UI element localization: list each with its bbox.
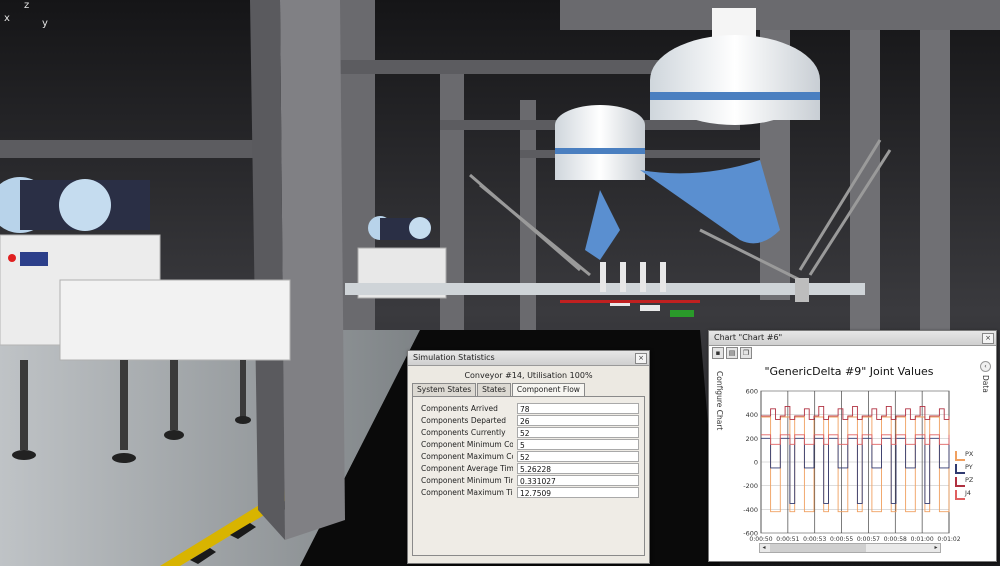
legend-item-py: PY	[955, 462, 985, 475]
stat-label: Component Maximum Count	[421, 452, 513, 461]
chart-window[interactable]: Chart "Chart #6" × ▪ ▤ ❐ Configure Chart…	[708, 330, 997, 562]
stat-value-field[interactable]: 52	[517, 427, 639, 438]
x-tick-label: 0:00:51	[776, 536, 799, 543]
stat-value-field[interactable]: 52	[517, 451, 639, 462]
x-tick-label: 0:00:57	[857, 536, 880, 543]
legend-swatch	[955, 451, 965, 461]
stats-subtitle: Conveyor #14, Utilisation 100%	[464, 371, 593, 380]
x-tick-label: 0:01:02	[937, 536, 960, 543]
chart-legend: PX PY PZ J4	[955, 449, 985, 501]
stat-value-field[interactable]: 12.7509	[517, 487, 639, 498]
stat-label: Component Minimum Time (s)	[421, 476, 513, 485]
y-tick-label: 200	[746, 435, 758, 443]
stat-row: Components Arrived 78	[421, 403, 643, 415]
legend-label: PX	[965, 450, 974, 458]
stat-label: Component Minimum Count	[421, 440, 513, 449]
y-tick-label: 600	[746, 388, 758, 396]
stat-value-field[interactable]: 0.331027	[517, 475, 639, 486]
x-tick-label: 0:00:50	[749, 536, 772, 543]
y-tick-label: -200	[743, 482, 758, 490]
legend-label: PZ	[965, 476, 974, 484]
y-tick-label: -400	[743, 506, 758, 514]
axis-label-x: x	[4, 13, 10, 24]
legend-item-j4: J4	[955, 488, 985, 501]
stat-row: Component Maximum Count 52	[421, 451, 643, 463]
scroll-left-icon[interactable]: ◂	[760, 544, 768, 552]
stat-value-field[interactable]: 26	[517, 415, 639, 426]
stat-label: Components Departed	[421, 416, 506, 425]
stat-row: Component Minimum Time (s) 0.331027	[421, 475, 643, 487]
stat-value-field[interactable]: 5	[517, 439, 639, 450]
legend-swatch	[955, 464, 965, 474]
scroll-right-icon[interactable]: ▸	[932, 544, 940, 552]
stats-close-button[interactable]: ×	[635, 353, 647, 364]
joint-values-plot: 6004002000-200-400-6000:00:50 0:00:51 0:00…	[743, 388, 961, 544]
x-tick-label: 0:00:58	[884, 536, 907, 543]
stat-row: Components Currently 52	[421, 427, 643, 439]
stat-row: Components Departed 26	[421, 415, 643, 427]
legend-item-px: PX	[955, 449, 985, 462]
tab-component-flow[interactable]: Component Flow	[511, 383, 585, 397]
legend-swatch	[955, 477, 965, 487]
y-tick-label: 0	[754, 459, 758, 467]
x-tick-label: 0:00:53	[803, 536, 826, 543]
legend-label: PY	[965, 463, 973, 471]
x-tick-label: 0:01:00	[911, 536, 934, 543]
component-flow-panel: Components Arrived 78 Components Departe…	[412, 396, 645, 556]
axis-label-y: y	[42, 18, 48, 29]
legend-label: J4	[965, 489, 972, 497]
stat-row: Component Maximum Time (s) 12.7509	[421, 487, 643, 499]
stat-label: Components Currently	[421, 428, 506, 437]
tab-system-states[interactable]: System States	[412, 383, 477, 396]
main-pillar	[280, 0, 345, 540]
stat-row: Component Minimum Count 5	[421, 439, 643, 451]
stat-label: Components Arrived	[421, 404, 498, 413]
stats-tabs: System States States Component Flow	[412, 383, 586, 397]
tab-states[interactable]: States	[477, 383, 511, 396]
stats-titlebar[interactable]: Simulation Statistics ×	[408, 351, 649, 366]
stat-value-field[interactable]: 5.26228	[517, 463, 639, 474]
legend-item-pz: PZ	[955, 475, 985, 488]
stats-title: Simulation Statistics	[413, 353, 495, 362]
x-tick-label: 0:00:55	[830, 536, 853, 543]
simulation-statistics-window[interactable]: Simulation Statistics × Conveyor #14, Ut…	[407, 350, 650, 564]
axis-label-z: z	[24, 0, 30, 11]
chart-scrollbar[interactable]: ◂ ▸	[759, 543, 941, 553]
scroll-thumb[interactable]	[770, 544, 866, 552]
y-tick-label: 400	[746, 411, 758, 419]
stat-label: Component Maximum Time (s)	[421, 488, 513, 497]
stat-value-field[interactable]: 78	[517, 403, 639, 414]
stat-label: Component Average Time (s)	[421, 464, 513, 473]
stat-row: Component Average Time (s) 5.26228	[421, 463, 643, 475]
legend-swatch	[955, 490, 965, 500]
